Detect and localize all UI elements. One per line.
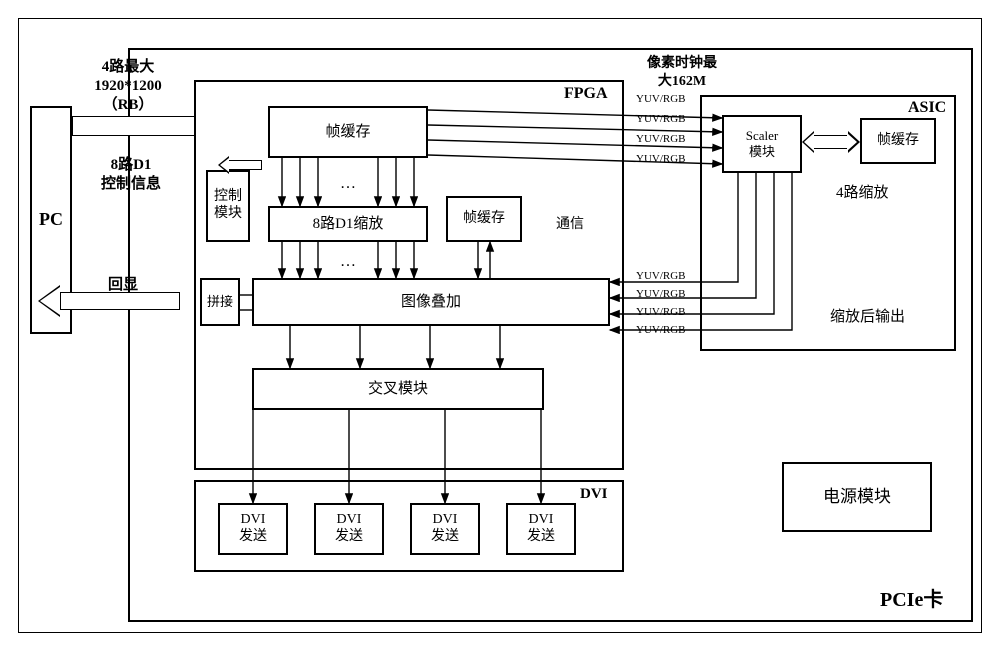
pixel-clock-label: 像素时钟最 大162M <box>636 55 728 90</box>
yuvrgb-u2: YUV/RGB <box>636 113 686 127</box>
asic-title: ASIC <box>908 98 946 118</box>
yuvrgb-d4: YUV/RGB <box>636 324 686 338</box>
scale-8ch: 8路D1缩放 <box>268 206 428 242</box>
yuvrgb-d3: YUV/RGB <box>636 306 686 320</box>
dvi-title: DVI <box>580 485 608 504</box>
control-module: 控制 模块 <box>206 170 250 242</box>
fpga-title: FPGA <box>564 84 608 104</box>
dvi-send-3: DVI 发送 <box>410 503 480 555</box>
scale4-label: 4路缩放 <box>836 184 889 203</box>
pcie-card-title: PCIe卡 <box>880 588 943 613</box>
image-overlay: 图像叠加 <box>252 278 610 326</box>
comm-label: 通信 <box>556 216 584 234</box>
dvi-send-2: DVI 发送 <box>314 503 384 555</box>
dvi-send-1: DVI 发送 <box>218 503 288 555</box>
framebuffer-top: 帧缓存 <box>268 106 428 158</box>
yuvrgb-d1: YUV/RGB <box>636 270 686 284</box>
scale-out-label: 缩放后输出 <box>830 308 905 327</box>
input-res-label: 4路最大 1920*1200 （RB） <box>78 58 178 114</box>
dvi-send-4: DVI 发送 <box>506 503 576 555</box>
splice-block: 拼接 <box>200 278 240 326</box>
asic-framebuffer: 帧缓存 <box>860 118 936 164</box>
framebuffer-mid: 帧缓存 <box>446 196 522 242</box>
ctrl-info-label: 8路D1 控制信息 <box>86 156 176 194</box>
cross-module: 交叉模块 <box>252 368 544 410</box>
yuvrgb-u1: YUV/RGB <box>636 93 686 107</box>
yuvrgb-u3: YUV/RGB <box>636 133 686 147</box>
scaler-module: Scaler 模块 <box>722 115 802 173</box>
yuvrgb-d2: YUV/RGB <box>636 288 686 302</box>
power-module: 电源模块 <box>782 462 932 532</box>
yuvrgb-u4: YUV/RGB <box>636 153 686 167</box>
